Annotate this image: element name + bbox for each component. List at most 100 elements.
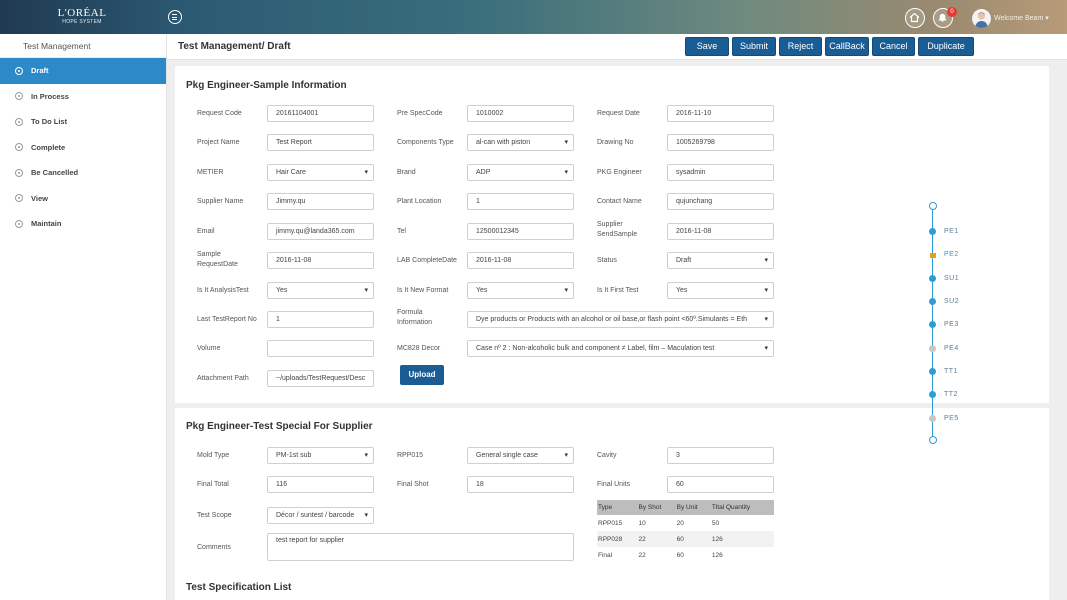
comments-textarea[interactable]: test report for supplier	[267, 533, 574, 561]
step-node-pe2[interactable]	[929, 253, 936, 258]
stepper-start-node	[928, 202, 937, 210]
welcome-user-menu[interactable]: Welcome Beam ▾	[994, 14, 1049, 22]
sidebar-item-to-do-list[interactable]: To Do List	[0, 109, 166, 135]
circle-dot-icon	[15, 194, 23, 202]
brand-label: Brand	[397, 169, 416, 176]
table-cell: 50	[711, 519, 720, 527]
stepper-end-node	[928, 436, 937, 444]
avatar[interactable]	[972, 9, 991, 28]
supplier-send-sample-field[interactable]: 2016-11-08	[667, 223, 774, 240]
table-cell: 126	[711, 551, 723, 559]
submit-button[interactable]: Submit	[732, 37, 776, 56]
supplier-send-sample-label: Supplier SendSample	[597, 220, 637, 240]
request-date-field[interactable]: 2016-11-10	[667, 105, 774, 122]
step-label-su2[interactable]: SU2	[944, 298, 959, 305]
sidebar-item-view[interactable]: View	[0, 186, 166, 212]
pkg-engineer-field[interactable]: sysadmin	[667, 164, 774, 181]
step-label-tt1[interactable]: TT1	[944, 368, 958, 375]
rpp015-select[interactable]: General single case	[467, 447, 574, 464]
pkg-engineer-label: PKG Engineer	[597, 169, 642, 176]
drawing-no-field[interactable]: 1005269798	[667, 134, 774, 151]
circle-dot-icon	[15, 168, 23, 177]
sidebar-item-draft[interactable]: Draft	[0, 58, 166, 84]
cavity-label: Cavity	[597, 452, 617, 459]
section-title: Pkg Engineer-Sample Information	[186, 80, 347, 91]
sidebar-item-label: Be Cancelled	[31, 168, 79, 177]
table-cell: 60	[675, 531, 711, 547]
sidebar-item-maintain[interactable]: Maintain	[0, 211, 166, 237]
pre-spec-code-field[interactable]: 1010002	[467, 105, 574, 122]
step-label-pe3[interactable]: PE3	[944, 321, 959, 328]
first-test-label: Is It First Test	[597, 287, 639, 294]
table-header: By Unit	[675, 500, 711, 515]
step-label-pe2[interactable]: PE2	[944, 251, 959, 258]
step-node-tt1[interactable]	[929, 368, 937, 375]
duplicate-button[interactable]: Duplicate	[918, 37, 974, 56]
final-total-field[interactable]: 116	[267, 476, 374, 493]
step-node-tt2[interactable]	[929, 391, 937, 398]
attachment-path-field[interactable]: ~/uploads/TestRequest/Desc	[267, 370, 374, 387]
label-line: Formula	[397, 309, 423, 316]
formula-information-select[interactable]: Dye products or Products with an alcohol…	[467, 311, 774, 328]
contact-name-field[interactable]: qujunchang	[667, 193, 774, 210]
circle-dot-icon	[15, 117, 23, 126]
top-bar: L'ORÉAL HOPE SYSTEM 0 Welcome Beam ▾	[0, 0, 1067, 34]
metier-select[interactable]: Hair Care	[267, 164, 374, 181]
step-label-pe4[interactable]: PE4	[944, 345, 959, 352]
sample-request-date-field[interactable]: 2016-11-08	[267, 252, 374, 269]
mold-type-select[interactable]: PM-1st sub	[267, 447, 374, 464]
workflow-stepper: PE1 PE2 SU1 SU2 PE3 PE4 TT1 TT2 PE5	[928, 202, 972, 445]
sidebar-item-complete[interactable]: Complete	[0, 135, 166, 161]
menu-toggle-icon[interactable]	[168, 10, 182, 24]
step-node-pe1[interactable]	[929, 228, 937, 235]
sidebar-item-label: View	[31, 193, 48, 203]
home-icon[interactable]	[905, 8, 925, 28]
callback-button[interactable]: CallBack	[825, 37, 869, 56]
test-scope-select[interactable]: Décor / suntest / barcode	[267, 507, 374, 524]
metier-label: METIER	[197, 169, 224, 176]
sidebar-item-be-cancelled[interactable]: Be Cancelled	[0, 160, 166, 186]
step-node-pe3[interactable]	[929, 321, 937, 328]
step-label-pe1[interactable]: PE1	[944, 228, 959, 235]
email-field[interactable]: jimmy.qu@landa365.com	[267, 223, 374, 240]
supplier-name-field[interactable]: Jimmy.qu	[267, 193, 374, 210]
step-node-su1[interactable]	[929, 275, 937, 282]
sidebar-item-in-process[interactable]: In Process	[0, 84, 166, 110]
attachment-path-label: Attachment Path	[197, 375, 249, 382]
new-format-select[interactable]: Yes	[467, 282, 574, 299]
step-node-su2[interactable]	[929, 298, 937, 305]
step-label-su1[interactable]: SU1	[944, 275, 959, 282]
sample-information-panel: Pkg Engineer-Sample Information Request …	[175, 66, 1049, 403]
step-label-tt2[interactable]: TT2	[944, 391, 958, 398]
final-shot-field[interactable]: 18	[467, 476, 574, 493]
reject-button[interactable]: Reject	[779, 37, 822, 56]
request-date-label: Request Date	[597, 110, 640, 117]
upload-button[interactable]: Upload	[400, 365, 444, 385]
logo-text: L'ORÉAL	[57, 7, 107, 19]
volume-field[interactable]	[267, 340, 374, 357]
cancel-button[interactable]: Cancel	[872, 37, 915, 56]
lab-complete-date-field[interactable]: 2016-11-08	[467, 252, 574, 269]
request-code-field[interactable]: 20161104001	[267, 105, 374, 122]
status-select[interactable]: Draft	[667, 252, 774, 269]
brand-logo[interactable]: L'ORÉAL HOPE SYSTEM	[57, 8, 107, 26]
save-button[interactable]: Save	[685, 37, 729, 56]
mc828-decor-select[interactable]: Case nº 2 : Non-alcoholic bulk and compo…	[467, 340, 774, 357]
step-node-pe4[interactable]	[929, 345, 937, 352]
table-cell: 22	[637, 531, 676, 547]
plant-location-field[interactable]: 1	[467, 193, 574, 210]
mc828-decor-label: MC828 Decor	[397, 345, 441, 352]
analysis-test-select[interactable]: Yes	[267, 282, 374, 299]
lab-complete-date-label: LAB CompleteDate	[397, 257, 457, 264]
step-label-pe5[interactable]: PE5	[944, 415, 959, 422]
step-node-pe5[interactable]	[929, 415, 937, 422]
tel-field[interactable]: 12500012345	[467, 223, 574, 240]
contact-name-label: Contact Name	[597, 198, 642, 205]
project-name-field[interactable]: Test Report	[267, 134, 374, 151]
last-test-report-field[interactable]: 1	[267, 311, 374, 328]
components-type-select[interactable]: al-can with piston	[467, 134, 574, 151]
first-test-select[interactable]: Yes	[667, 282, 774, 299]
cavity-field[interactable]: 3	[667, 447, 774, 464]
final-units-field[interactable]: 60	[667, 476, 774, 493]
brand-select[interactable]: ADP	[467, 164, 574, 181]
